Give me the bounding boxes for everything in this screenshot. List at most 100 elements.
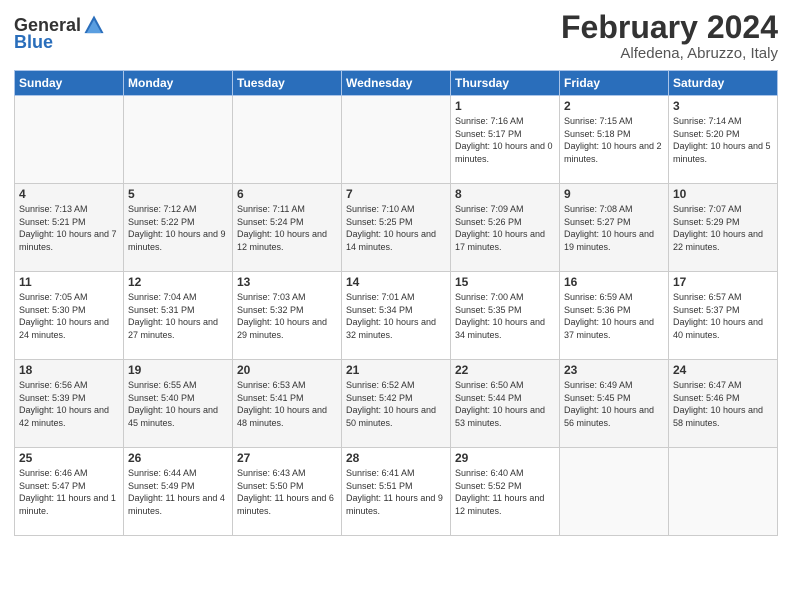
day-number: 9 [564,187,664,201]
day-info: Sunrise: 7:10 AM Sunset: 5:25 PM Dayligh… [346,203,446,253]
header-monday: Monday [124,71,233,96]
day-info: Sunrise: 7:00 AM Sunset: 5:35 PM Dayligh… [455,291,555,341]
main-container: General Blue February 2024 Alfedena, Abr… [0,0,792,546]
day-info: Sunrise: 7:15 AM Sunset: 5:18 PM Dayligh… [564,115,664,165]
calendar-cell: 25 Sunrise: 6:46 AM Sunset: 5:47 PM Dayli… [15,448,124,536]
day-info: Sunrise: 7:16 AM Sunset: 5:17 PM Dayligh… [455,115,555,165]
calendar-cell: 2 Sunrise: 7:15 AM Sunset: 5:18 PM Daylig… [560,96,669,184]
calendar-cell: 12 Sunrise: 7:04 AM Sunset: 5:31 PM Dayli… [124,272,233,360]
day-info: Sunrise: 7:14 AM Sunset: 5:20 PM Dayligh… [673,115,773,165]
logo: General Blue [14,14,107,53]
calendar-cell [560,448,669,536]
calendar-cell: 26Sunrise: 6:44 AM Sunset: 5:49 PM Dayli… [124,448,233,536]
calendar-cell: 27Sunrise: 6:43 AM Sunset: 5:50 PM Dayli… [233,448,342,536]
day-info: Sunrise: 6:52 AM Sunset: 5:42 PM Dayligh… [346,379,446,429]
day-info: Sunrise: 6:49 AM Sunset: 5:45 PM Dayligh… [564,379,664,429]
day-info: Sunrise: 6:55 AM Sunset: 5:40 PM Dayligh… [128,379,228,429]
day-number: 19 [128,363,228,377]
calendar-cell: 20 Sunrise: 6:53 AM Sunset: 5:41 PM Dayli… [233,360,342,448]
calendar-cell: 19 Sunrise: 6:55 AM Sunset: 5:40 PM Dayli… [124,360,233,448]
calendar-cell: 22Sunrise: 6:50 AM Sunset: 5:44 PM Dayli… [451,360,560,448]
day-number: 16 [564,275,664,289]
calendar-table: Sunday Monday Tuesday Wednesday Thursday… [14,70,778,536]
subtitle: Alfedena, Abruzzo, Italy [561,45,778,62]
header-thursday: Thursday [451,71,560,96]
day-info: Sunrise: 7:09 AM Sunset: 5:26 PM Dayligh… [455,203,555,253]
header-area: General Blue February 2024 Alfedena, Abr… [14,10,778,62]
day-number: 10 [673,187,773,201]
day-info: Sunrise: 6:57 AM Sunset: 5:37 PM Dayligh… [673,291,773,341]
day-number: 24 [673,363,773,377]
day-number: 26 [128,451,228,465]
calendar-cell: 10 Sunrise: 7:07 AM Sunset: 5:29 PM Dayli… [669,184,778,272]
calendar-cell [15,96,124,184]
day-number: 20 [237,363,337,377]
calendar-cell [342,96,451,184]
day-number: 1 [455,99,555,113]
calendar-cell: 28 Sunrise: 6:41 AM Sunset: 5:51 PM Dayli… [342,448,451,536]
day-info: Sunrise: 7:12 AM Sunset: 5:22 PM Dayligh… [128,203,228,253]
calendar-week-2: 4 Sunrise: 7:13 AM Sunset: 5:21 PM Daylig… [15,184,778,272]
day-number: 18 [19,363,119,377]
day-number: 2 [564,99,664,113]
header-wednesday: Wednesday [342,71,451,96]
calendar-cell [669,448,778,536]
calendar-cell [124,96,233,184]
day-number: 29 [455,451,555,465]
day-number: 21 [346,363,446,377]
day-number: 22 [455,363,555,377]
calendar-cell: 6Sunrise: 7:11 AM Sunset: 5:24 PM Daylig… [233,184,342,272]
day-info: Sunrise: 6:56 AM Sunset: 5:39 PM Dayligh… [19,379,119,429]
calendar-cell: 7 Sunrise: 7:10 AM Sunset: 5:25 PM Daylig… [342,184,451,272]
day-info: Sunrise: 7:01 AM Sunset: 5:34 PM Dayligh… [346,291,446,341]
calendar-cell: 1 Sunrise: 7:16 AM Sunset: 5:17 PM Daylig… [451,96,560,184]
day-number: 4 [19,187,119,201]
day-info: Sunrise: 7:13 AM Sunset: 5:21 PM Dayligh… [19,203,119,253]
calendar-cell: 21 Sunrise: 6:52 AM Sunset: 5:42 PM Dayli… [342,360,451,448]
day-info: Sunrise: 7:03 AM Sunset: 5:32 PM Dayligh… [237,291,337,341]
calendar-cell: 17 Sunrise: 6:57 AM Sunset: 5:37 PM Dayli… [669,272,778,360]
day-number: 8 [455,187,555,201]
day-number: 12 [128,275,228,289]
calendar-cell: 3 Sunrise: 7:14 AM Sunset: 5:20 PM Daylig… [669,96,778,184]
day-info: Sunrise: 6:41 AM Sunset: 5:51 PM Dayligh… [346,467,446,517]
calendar-cell: 4 Sunrise: 7:13 AM Sunset: 5:21 PM Daylig… [15,184,124,272]
day-number: 28 [346,451,446,465]
calendar-cell: 13Sunrise: 7:03 AM Sunset: 5:32 PM Dayli… [233,272,342,360]
day-info: Sunrise: 7:08 AM Sunset: 5:27 PM Dayligh… [564,203,664,253]
calendar-cell: 5 Sunrise: 7:12 AM Sunset: 5:22 PM Daylig… [124,184,233,272]
calendar-cell: 11 Sunrise: 7:05 AM Sunset: 5:30 PM Dayli… [15,272,124,360]
header-row: Sunday Monday Tuesday Wednesday Thursday… [15,71,778,96]
day-info: Sunrise: 7:05 AM Sunset: 5:30 PM Dayligh… [19,291,119,341]
day-number: 5 [128,187,228,201]
day-number: 17 [673,275,773,289]
day-number: 27 [237,451,337,465]
calendar-cell: 8 Sunrise: 7:09 AM Sunset: 5:26 PM Daylig… [451,184,560,272]
calendar-week-1: 1 Sunrise: 7:16 AM Sunset: 5:17 PM Daylig… [15,96,778,184]
day-info: Sunrise: 6:53 AM Sunset: 5:41 PM Dayligh… [237,379,337,429]
calendar-cell: 24Sunrise: 6:47 AM Sunset: 5:46 PM Dayli… [669,360,778,448]
calendar-week-4: 18 Sunrise: 6:56 AM Sunset: 5:39 PM Dayli… [15,360,778,448]
calendar-week-5: 25 Sunrise: 6:46 AM Sunset: 5:47 PM Dayli… [15,448,778,536]
day-info: Sunrise: 6:46 AM Sunset: 5:47 PM Dayligh… [19,467,119,517]
header-friday: Friday [560,71,669,96]
calendar-cell [233,96,342,184]
month-title: February 2024 [561,10,778,45]
header-sunday: Sunday [15,71,124,96]
day-number: 15 [455,275,555,289]
day-info: Sunrise: 7:04 AM Sunset: 5:31 PM Dayligh… [128,291,228,341]
day-info: Sunrise: 6:59 AM Sunset: 5:36 PM Dayligh… [564,291,664,341]
day-info: Sunrise: 7:11 AM Sunset: 5:24 PM Dayligh… [237,203,337,253]
calendar-cell: 9 Sunrise: 7:08 AM Sunset: 5:27 PM Daylig… [560,184,669,272]
day-number: 7 [346,187,446,201]
day-number: 3 [673,99,773,113]
day-number: 14 [346,275,446,289]
day-number: 23 [564,363,664,377]
calendar-cell: 14 Sunrise: 7:01 AM Sunset: 5:34 PM Dayli… [342,272,451,360]
calendar-cell: 18 Sunrise: 6:56 AM Sunset: 5:39 PM Dayli… [15,360,124,448]
calendar-cell: 15 Sunrise: 7:00 AM Sunset: 5:35 PM Dayli… [451,272,560,360]
day-info: Sunrise: 7:07 AM Sunset: 5:29 PM Dayligh… [673,203,773,253]
header-tuesday: Tuesday [233,71,342,96]
day-number: 11 [19,275,119,289]
day-number: 25 [19,451,119,465]
